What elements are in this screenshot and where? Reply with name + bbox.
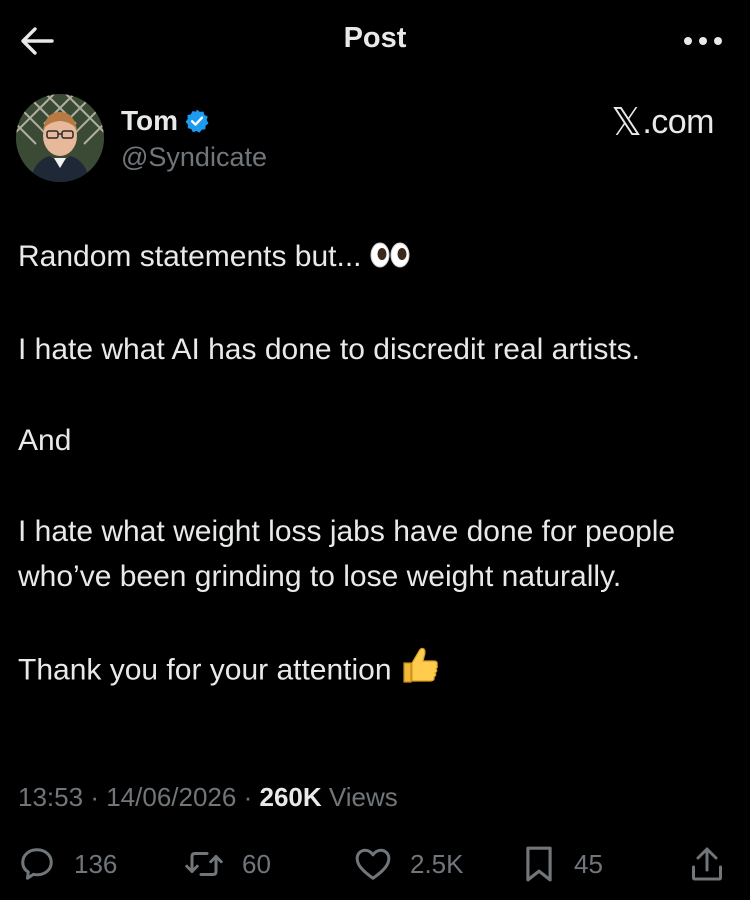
post-line: Random statements but... <box>18 234 738 281</box>
brand-text: .com <box>642 103 714 141</box>
top-bar: Post <box>0 0 750 82</box>
meta-separator: · <box>90 782 99 812</box>
heart-icon <box>355 848 391 880</box>
post-line: And <box>18 423 72 457</box>
views-label: Views <box>328 782 398 812</box>
repost-icon <box>185 852 223 876</box>
page-title: Post <box>343 22 407 54</box>
avatar[interactable] <box>16 94 104 182</box>
author-name-row[interactable]: Tom <box>121 104 210 138</box>
post-time[interactable]: 13:53 <box>18 782 83 812</box>
repost-button[interactable]: 60 <box>184 836 271 892</box>
author-name: Tom <box>121 105 179 136</box>
post-line: Thank you for your attention <box>18 645 738 698</box>
like-count: 2.5K <box>410 848 464 879</box>
post-line: I hate what weight loss jabs have done f… <box>18 514 684 593</box>
post-metadata: 13:53 · 14/06/2026 · 260K Views <box>18 782 398 813</box>
action-bar: 136 60 2.5K 45 <box>0 836 750 892</box>
meta-separator: · <box>243 782 253 812</box>
verified-badge-icon <box>184 108 210 134</box>
eyes-emoji-icon <box>370 236 410 281</box>
brand-watermark: 𝕏 .com <box>611 100 714 145</box>
author-handle[interactable]: @Syndicate <box>121 142 267 173</box>
bookmark-count: 45 <box>574 848 603 879</box>
bookmark-icon <box>526 846 552 882</box>
more-options-button[interactable] <box>678 24 728 58</box>
thumbs-up-emoji-icon <box>400 645 440 698</box>
x-logo-icon: 𝕏 <box>611 102 642 144</box>
more-horizontal-icon <box>684 37 722 45</box>
post-date[interactable]: 14/06/2026 <box>106 782 236 812</box>
reply-icon <box>21 848 53 880</box>
views-count: 260K <box>259 782 322 812</box>
post-text: Random statements but... I hate what AI … <box>18 234 738 698</box>
bookmark-button[interactable]: 45 <box>522 836 603 892</box>
reply-count: 136 <box>74 848 118 879</box>
post-line: I hate what AI has done to discredit rea… <box>18 332 641 366</box>
reply-button[interactable]: 136 <box>18 836 117 892</box>
repost-count: 60 <box>242 848 271 879</box>
share-button[interactable] <box>690 836 724 892</box>
like-button[interactable]: 2.5K <box>354 836 464 892</box>
share-icon <box>692 847 722 881</box>
avatar-photo <box>16 94 104 182</box>
